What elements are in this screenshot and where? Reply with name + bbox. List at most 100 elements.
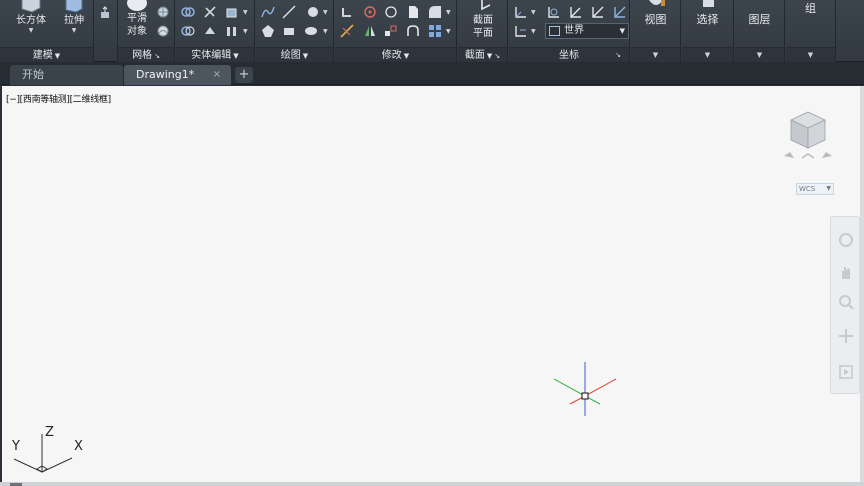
pan-hand-icon[interactable] (837, 263, 855, 281)
smooth-object-button[interactable]: 平滑 对象 (120, 0, 154, 38)
panel-title-modeling[interactable]: 建模 ▼ (0, 47, 93, 62)
smooth-object-icon (127, 0, 147, 11)
panel-modify: ▼ ▼ 修改 ▼ (335, 0, 457, 62)
panel-layers[interactable]: 图层 ▼ (735, 0, 785, 62)
orbit-icon[interactable] (837, 327, 855, 345)
panel-mesh: 平滑 对象 网格 ↘ (117, 0, 175, 62)
panel-title-section[interactable]: 截面 ▼ ↘ (458, 47, 507, 62)
ribbon: 长方体 ▼ 拉伸 ▼ 建模 ▼ 平滑 对象 网格 ↘ ▼ ▼ 实体编辑 ▼ ▼ … (0, 0, 864, 62)
imprint-icon[interactable] (225, 5, 239, 19)
extrude-icon (65, 0, 83, 13)
chevron-down-icon[interactable]: ▼ (446, 9, 451, 16)
chevron-down-icon[interactable]: ▼ (531, 28, 536, 35)
box-button[interactable]: 长方体 ▼ (10, 0, 52, 35)
ellipse-icon[interactable] (304, 24, 318, 38)
slice-icon[interactable] (203, 5, 217, 19)
zoom-icon[interactable] (837, 293, 855, 311)
grid-array-icon[interactable] (428, 24, 442, 38)
panel-title-mesh[interactable]: 网格 ↘ (118, 47, 174, 62)
drawing-canvas[interactable]: [−][西南等轴测][二维线框] WCS ▼ Z X Y (2, 86, 860, 482)
panel-title-solid-edit[interactable]: 实体编辑 ▼ (176, 47, 254, 62)
crosshair-icon (553, 362, 617, 416)
panel-title-coordinates[interactable]: 坐标 ↘ (509, 47, 629, 62)
panel-coordinates: ▼ ▼ 世界 ▼ 坐标 ↘ (509, 0, 630, 62)
close-icon[interactable]: × (213, 65, 221, 84)
extrude-button[interactable]: 拉伸 ▼ (56, 0, 92, 35)
chevron-down-icon[interactable]: ▼ (243, 9, 248, 16)
ucs-y-label: Y (11, 439, 20, 454)
selection-icon (702, 0, 714, 7)
rotate-icon[interactable] (363, 5, 377, 19)
viewcube-icon[interactable] (780, 108, 836, 168)
chevron-down-icon[interactable]: ▼ (446, 28, 451, 35)
showmotion-icon[interactable] (837, 363, 855, 381)
panel-selection[interactable]: 选择 ▼ (682, 0, 734, 62)
ucs-3point-icon[interactable] (591, 5, 605, 19)
chevron-down-icon[interactable]: ▼ (682, 47, 733, 62)
ucs-world-icon[interactable] (569, 5, 583, 19)
wcs-menu[interactable]: WCS ▼ (796, 183, 834, 195)
ucs-origin-icon[interactable] (547, 5, 561, 19)
named-ucs-icon[interactable] (514, 24, 528, 38)
chevron-down-icon: ▼ (619, 27, 625, 35)
file-tab-bar: 开始 Drawing1* × + (0, 62, 864, 85)
panel-title-modify[interactable]: 修改 ▼ (335, 47, 456, 62)
offset-icon[interactable] (384, 5, 398, 19)
canvas-scroll-edge (860, 86, 864, 482)
union-icon[interactable] (181, 5, 195, 19)
panel-title-draw[interactable]: 绘图 ▼ (256, 47, 333, 62)
ucs-icon-button[interactable] (514, 5, 528, 19)
panel-solid-edit: ▼ ▼ 实体编辑 ▼ (176, 0, 255, 62)
mesh-globe-icon[interactable] (156, 5, 170, 19)
chevron-down-icon: ▼ (28, 27, 34, 34)
panel-modeling: 长方体 ▼ 拉伸 ▼ 建模 ▼ (0, 0, 109, 62)
interfere-icon[interactable] (203, 24, 217, 38)
status-strip (0, 482, 864, 486)
chevron-down-icon: ▼ (826, 185, 831, 192)
box-icon (21, 0, 41, 13)
chevron-down-icon[interactable]: ▼ (323, 28, 328, 35)
chevron-down-icon[interactable]: ▼ (735, 47, 784, 62)
chevron-down-icon[interactable]: ▼ (243, 28, 248, 35)
panel-groups[interactable]: 组 ▼ (786, 0, 836, 62)
navigation-bar (830, 216, 860, 394)
new-tab-button[interactable]: + (235, 67, 253, 83)
separate-icon[interactable] (225, 24, 239, 38)
panel-section: 截面 平面 截面 ▼ ↘ (458, 0, 508, 62)
panel-view[interactable]: 视图 ▼ (631, 0, 681, 62)
circle-icon[interactable] (306, 5, 320, 19)
viewport-controls-label[interactable]: [−][西南等轴测][二维线框] (6, 92, 111, 105)
array-icon[interactable] (384, 24, 398, 38)
steering-wheel-icon[interactable] (837, 231, 855, 249)
mesh-sphere-icon[interactable] (156, 24, 170, 38)
panel-draw: ▼ ▼ 绘图 ▼ (256, 0, 334, 62)
subtract-icon[interactable] (181, 24, 195, 38)
ucs-world-small-icon (549, 26, 560, 36)
rectangle-icon[interactable] (282, 24, 296, 38)
chevron-down-icon[interactable]: ▼ (323, 9, 328, 16)
move-icon[interactable] (340, 5, 354, 19)
spline-icon[interactable] (261, 5, 275, 19)
section-plane-button[interactable]: 截面 平面 (462, 0, 504, 40)
chevron-down-icon[interactable]: ▼ (631, 47, 680, 62)
ucs-z-label: Z (45, 425, 54, 440)
copy-icon[interactable] (406, 5, 420, 19)
presspull-icon[interactable] (98, 6, 112, 20)
ucs-x-label: X (74, 439, 83, 454)
ucs-zaxis-icon[interactable] (613, 5, 627, 19)
view-icon (648, 0, 665, 6)
ucs-combo[interactable]: 世界 ▼ (545, 23, 629, 39)
chevron-down-icon[interactable]: ▼ (786, 47, 835, 62)
chevron-down-icon[interactable]: ▼ (531, 9, 536, 16)
ucs-icon: Z X Y (11, 425, 83, 473)
tab-drawing1[interactable]: Drawing1* × (124, 65, 231, 85)
trim-icon[interactable] (340, 24, 354, 38)
stretch-icon[interactable] (406, 24, 420, 38)
plus-icon: + (238, 67, 250, 82)
polygon-icon[interactable] (261, 24, 275, 38)
fillet-icon[interactable] (428, 5, 442, 19)
chevron-down-icon: ▼ (71, 27, 77, 34)
tab-start[interactable]: 开始 (10, 65, 123, 85)
line-icon[interactable] (282, 5, 296, 19)
mirror-icon[interactable] (363, 24, 377, 38)
